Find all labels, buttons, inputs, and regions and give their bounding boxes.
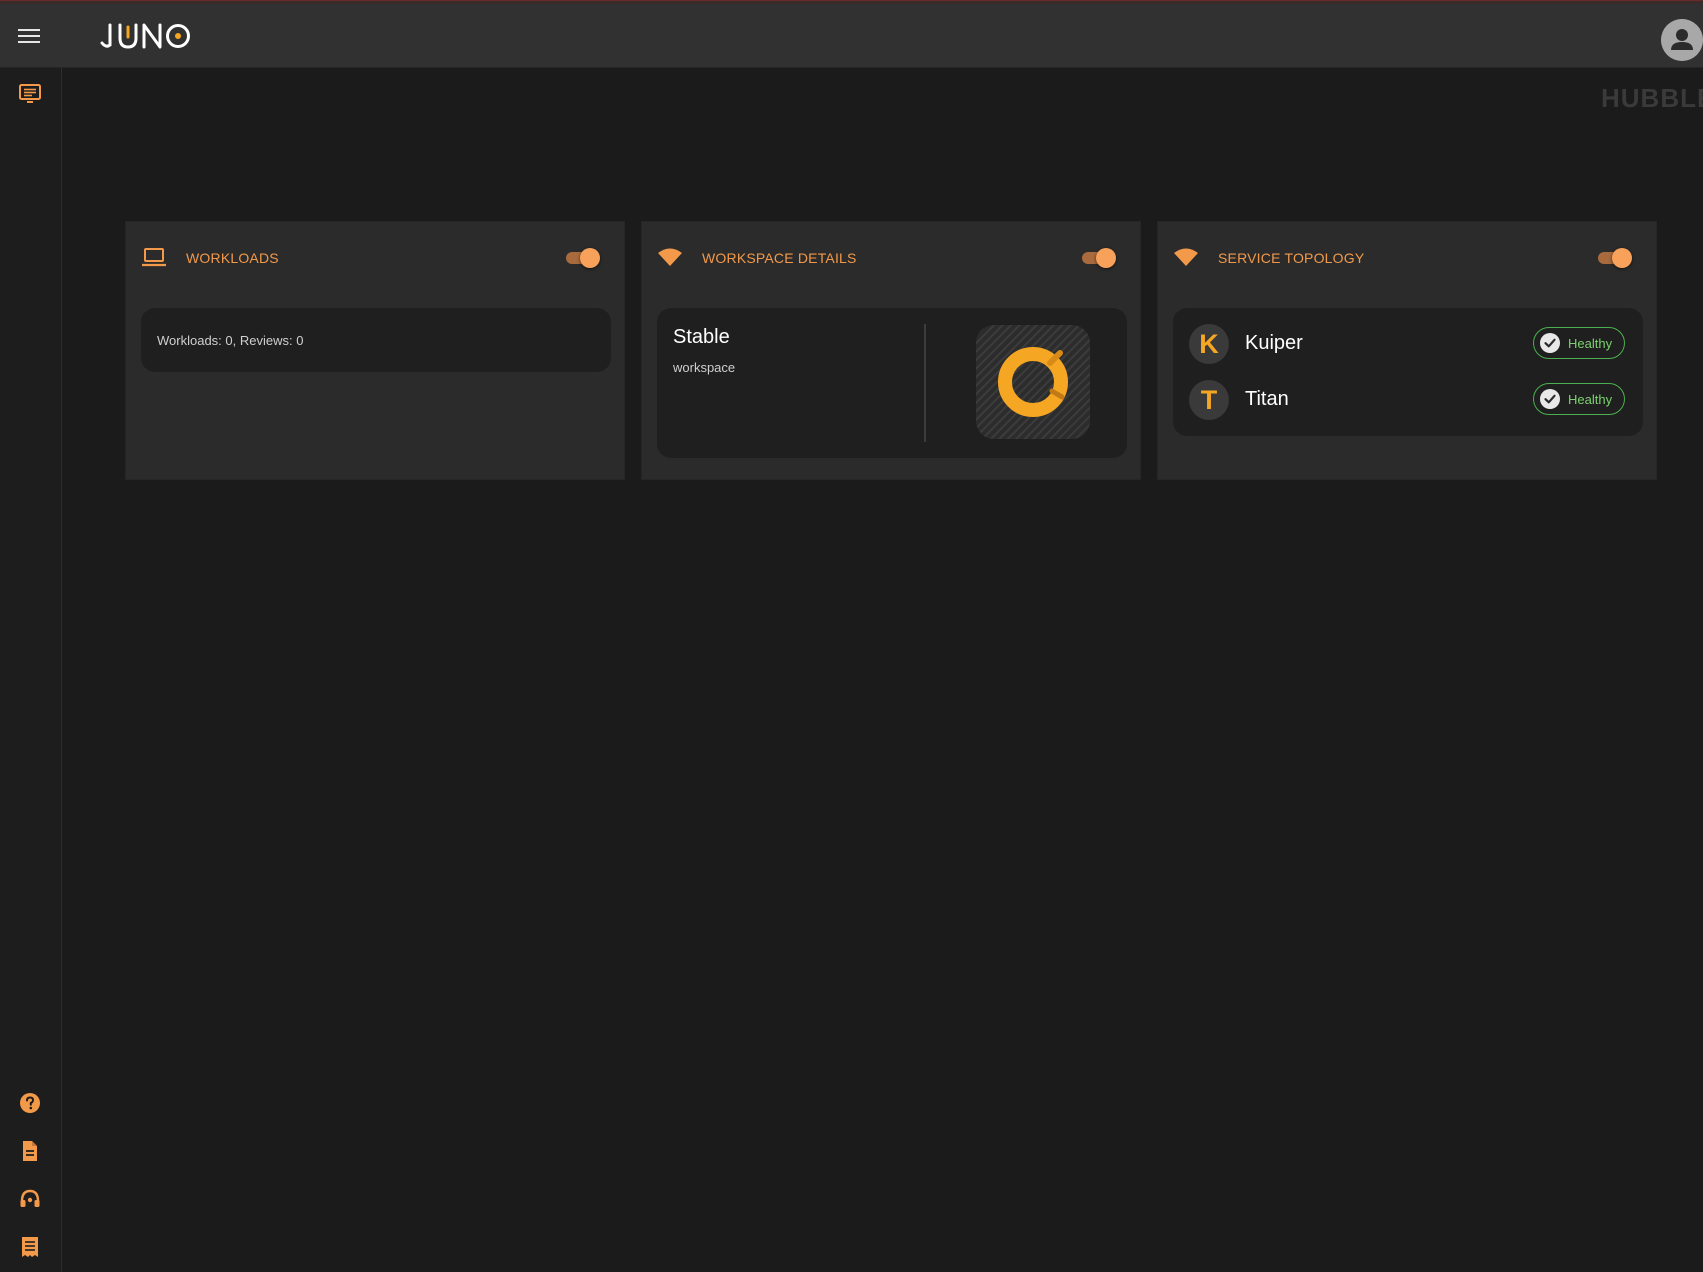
status-label: Healthy [1568,391,1613,407]
card-title: WORKLOADS [186,250,279,266]
card-title: SERVICE TOPOLOGY [1218,250,1365,266]
workloads-card: WORKLOADS Workloads: 0, Reviews: 0 [125,221,625,480]
service-topology-card: SERVICE TOPOLOGY K Kuiper Healthy T Tita… [1157,221,1657,480]
workspace-type: workspace [673,360,736,375]
workspace-name: Stable [673,326,730,348]
check-circle-icon [1540,389,1560,409]
hubble-watermark: HUBBLE [1601,83,1703,113]
service-list: K Kuiper Healthy T Titan Healthy [1173,308,1643,436]
card-header: WORKSPACE DETAILS [642,222,1140,292]
card-header: SERVICE TOPOLOGY [1158,222,1656,292]
receipt-icon[interactable] [18,1235,42,1259]
workloads-summary-box: Workloads: 0, Reviews: 0 [141,308,611,372]
user-avatar-icon[interactable] [1661,19,1703,61]
workloads-toggle[interactable] [564,246,604,270]
service-name: Titan [1245,388,1289,410]
workspace-info-box: Stable workspace [657,308,1127,458]
card-title: WORKSPACE DETAILS [702,250,857,266]
workspace-logo-icon [976,325,1090,439]
sidebar [0,68,62,1272]
divider [924,324,926,442]
dashboard-icon[interactable] [18,82,42,106]
service-avatar: T [1189,380,1229,420]
service-name: Kuiper [1245,332,1303,354]
help-icon[interactable] [18,1091,42,1115]
status-label: Healthy [1568,335,1613,351]
status-badge: Healthy [1533,327,1625,359]
workspace-toggle[interactable] [1080,246,1120,270]
juno-logo[interactable] [100,14,192,58]
workloads-summary: Workloads: 0, Reviews: 0 [157,333,304,348]
support-icon[interactable] [18,1187,42,1211]
wifi-icon [657,246,683,268]
workspace-details-card: WORKSPACE DETAILS Stable workspace [641,221,1141,480]
laptop-icon [141,246,167,268]
hamburger-menu-icon[interactable] [18,26,40,44]
check-circle-icon [1540,333,1560,353]
card-header: WORKLOADS [126,222,624,292]
app-bar [0,4,1703,68]
service-avatar: K [1189,324,1229,364]
document-icon[interactable] [18,1139,42,1163]
status-badge: Healthy [1533,383,1625,415]
wifi-icon [1173,246,1199,268]
service-row-titan[interactable]: T Titan Healthy [1189,380,1629,422]
topology-toggle[interactable] [1596,246,1636,270]
service-row-kuiper[interactable]: K Kuiper Healthy [1189,324,1629,366]
